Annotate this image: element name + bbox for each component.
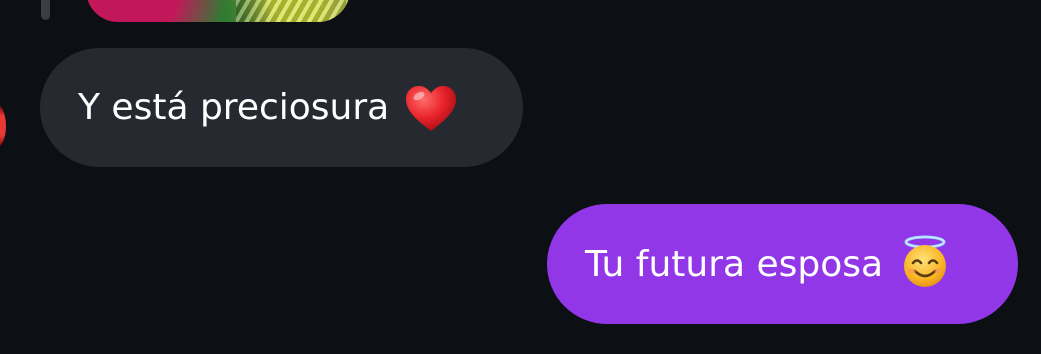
incoming-message-text: Y está preciosura [78, 87, 390, 128]
image-detail [236, 0, 346, 22]
outgoing-message-text: Tu futura esposa [585, 243, 884, 285]
sender-avatar[interactable] [0, 104, 6, 148]
shared-image-thumbnail[interactable] [86, 0, 350, 22]
outgoing-message-bubble[interactable]: Tu futura esposa [547, 204, 1018, 324]
red-heart-icon [405, 85, 457, 133]
incoming-message-bubble[interactable]: Y está preciosura [40, 48, 523, 167]
reply-thread-line [41, 0, 50, 20]
smiling-face-with-halo-icon [899, 235, 951, 289]
